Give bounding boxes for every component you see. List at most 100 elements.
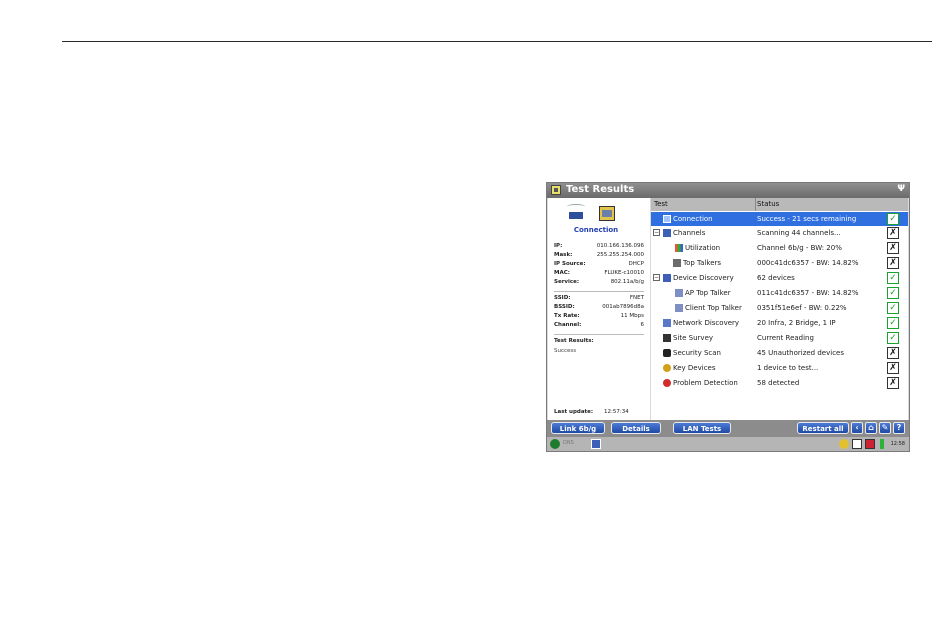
table-row-problem-detection[interactable]: Problem Detection 58 detected ✗	[651, 376, 908, 390]
restart-all-button[interactable]: Restart all	[797, 422, 849, 434]
column-header-test[interactable]: Test	[654, 200, 668, 208]
column-divider	[755, 198, 756, 211]
row-test-name: Network Discovery	[673, 319, 740, 327]
table-row-channels[interactable]: − Channels Scanning 44 channels... ✗	[651, 226, 908, 240]
row-test-name: Key Devices	[673, 364, 716, 372]
access-point-icon	[569, 212, 583, 219]
table-row-device-discovery[interactable]: − Device Discovery 62 devices ✓	[651, 271, 908, 285]
row-status: 45 Unauthorized devices	[757, 349, 844, 357]
row-status: 1 device to test...	[757, 364, 819, 372]
access-point-icon	[675, 289, 683, 297]
info-key: Tx Rate:	[554, 313, 580, 319]
check-icon: ✓	[887, 272, 899, 284]
page-rule	[62, 41, 932, 42]
info-key: SSID:	[554, 295, 571, 301]
collapse-toggle-icon[interactable]: −	[653, 229, 660, 236]
wireless-waves-icon	[567, 204, 585, 209]
connection-panel: Connection IP: 010.166.136.096 Mask: 255…	[548, 198, 650, 420]
info-value: 010.166.136.096	[596, 243, 644, 249]
row-status: Channel 6b/g - BW: 20%	[757, 244, 842, 252]
info-key: MAC:	[554, 270, 570, 276]
table-row-utilization[interactable]: Utilization Channel 6b/g - BW: 20% ✗	[651, 241, 908, 255]
info-key: Service:	[554, 279, 580, 285]
row-test-name: Problem Detection	[673, 379, 738, 387]
display-icon	[591, 439, 601, 449]
info-service: Service: 802.11a/b/g	[554, 279, 644, 287]
info-value: FNET	[629, 295, 644, 301]
running-icon: ✗	[887, 227, 899, 239]
clock: 12:58	[890, 441, 905, 447]
connection-label: Connection	[573, 226, 619, 234]
connection-graphic	[567, 204, 627, 224]
details-button[interactable]: Details	[611, 422, 661, 434]
home-icon[interactable]: ⌂	[865, 422, 877, 434]
app-icon[interactable]	[551, 185, 561, 195]
table-row-key-devices[interactable]: Key Devices 1 device to test... ✗	[651, 361, 908, 375]
row-status: 011c41dc6357 - BW: 14.82%	[757, 289, 859, 297]
divider	[554, 291, 644, 292]
table-row-connection[interactable]: Connection Success - 21 secs remaining ✓	[651, 212, 908, 226]
row-test-name: Connection	[673, 215, 713, 223]
row-status: 0351f51e6ef - BW: 0.22%	[757, 304, 847, 312]
info-value: 11 Mbps	[620, 313, 644, 319]
info-channel: Channel: 6	[554, 322, 644, 330]
test-results-label: Test Results:	[554, 338, 594, 344]
test-results-window: Test Results Ψ Connection IP: 010.166.13…	[546, 182, 910, 452]
collapse-toggle-icon[interactable]: −	[653, 274, 660, 281]
info-key: BSSID:	[554, 304, 575, 310]
table-header: Test Status	[651, 198, 908, 211]
running-icon: ✗	[887, 257, 899, 269]
info-value: 001ab7896d8a	[602, 304, 644, 310]
check-icon: ✓	[887, 332, 899, 344]
row-status: 000c41dc6357 - BW: 14.82%	[757, 259, 859, 267]
info-ip: IP: 010.166.136.096	[554, 243, 644, 251]
row-test-name: Security Scan	[673, 349, 721, 357]
top-talkers-icon	[673, 259, 681, 267]
back-icon[interactable]: ‹	[851, 422, 863, 434]
link-button[interactable]: Link 6b/g	[551, 422, 605, 434]
problem-icon	[663, 379, 671, 387]
column-header-status[interactable]: Status	[757, 200, 779, 208]
table-row-network-discovery[interactable]: Network Discovery 20 Infra, 2 Bridge, 1 …	[651, 316, 908, 330]
row-status: 58 detected	[757, 379, 800, 387]
running-icon: ✗	[887, 377, 899, 389]
row-test-name: Top Talkers	[683, 259, 722, 267]
row-status: 62 devices	[757, 274, 795, 282]
channels-icon	[663, 229, 671, 237]
wifi-icon: Ψ	[897, 184, 905, 194]
help-icon[interactable]: ?	[893, 422, 905, 434]
table-row-client-top-talker[interactable]: Client Top Talker 0351f51e6ef - BW: 0.22…	[651, 301, 908, 315]
row-test-name: Utilization	[685, 244, 721, 252]
lan-tests-button[interactable]: LAN Tests	[673, 422, 731, 434]
button-bar: Link 6b/g Details LAN Tests Restart all …	[547, 420, 909, 437]
table-row-security-scan[interactable]: Security Scan 45 Unauthorized devices ✗	[651, 346, 908, 360]
running-icon: ✗	[887, 362, 899, 374]
info-ssid: SSID: FNET	[554, 295, 644, 303]
info-mac: MAC: FLUKE-c10010	[554, 270, 644, 278]
dns-label: DNS	[563, 440, 574, 446]
check-icon: ✓	[887, 287, 899, 299]
row-status: Success - 21 secs remaining	[757, 215, 857, 223]
row-test-name: AP Top Talker	[685, 289, 731, 297]
tools-icon[interactable]: ✎	[879, 422, 891, 434]
window-title: Test Results	[566, 184, 635, 195]
running-icon: ✗	[887, 347, 899, 359]
site-survey-icon	[663, 334, 671, 342]
check-icon: ✓	[887, 317, 899, 329]
table-row-top-talkers[interactable]: Top Talkers 000c41dc6357 - BW: 14.82% ✗	[651, 256, 908, 270]
device-discovery-icon	[663, 274, 671, 282]
info-key: IP:	[554, 243, 563, 249]
check-icon: ✓	[887, 302, 899, 314]
table-row-site-survey[interactable]: Site Survey Current Reading ✓	[651, 331, 908, 345]
table-row-ap-top-talker[interactable]: AP Top Talker 011c41dc6357 - BW: 14.82% …	[651, 286, 908, 300]
client-icon	[675, 304, 683, 312]
title-bar: Test Results Ψ	[547, 183, 909, 198]
info-bssid: BSSID: 001ab7896d8a	[554, 304, 644, 312]
row-test-name: Channels	[673, 229, 706, 237]
tester-icon	[599, 206, 615, 221]
row-status: Current Reading	[757, 334, 814, 342]
lock-icon	[663, 349, 671, 357]
info-tx-rate: Tx Rate: 11 Mbps	[554, 313, 644, 321]
last-update-value: 12:57:34	[604, 409, 629, 415]
info-value: FLUKE-c10010	[604, 270, 644, 276]
